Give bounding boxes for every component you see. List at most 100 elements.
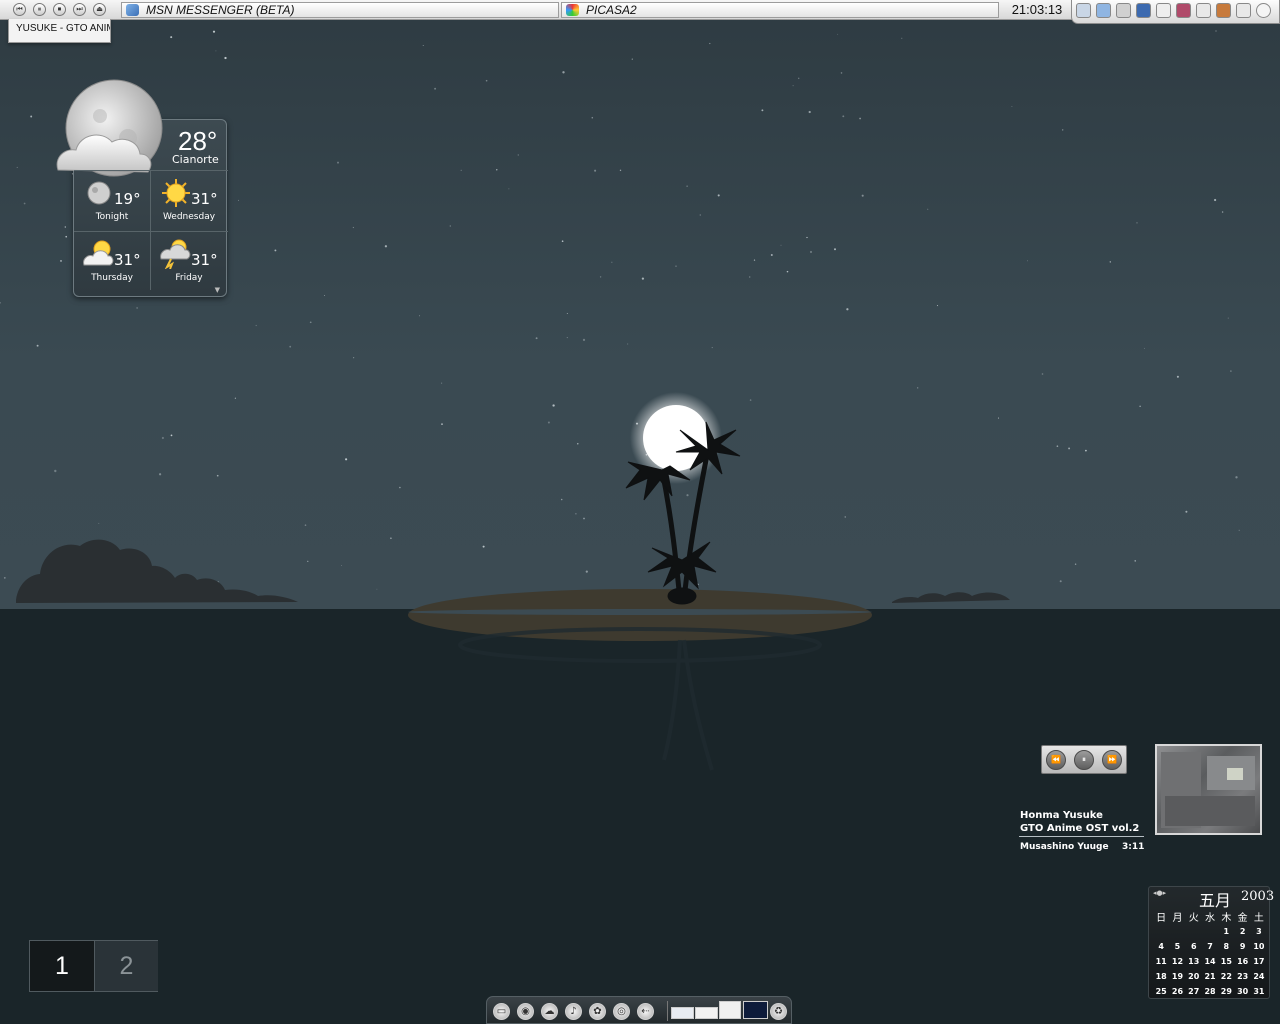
media-eject-button[interactable]: ⏏ (93, 3, 106, 16)
expand-arrow-icon[interactable]: ▼ (215, 286, 220, 294)
star (390, 537, 392, 540)
cloud-icon[interactable]: ☁ (541, 1003, 558, 1020)
calendar-day[interactable]: 29 (1218, 984, 1234, 999)
minimized-window-thumbnail[interactable] (743, 1001, 768, 1019)
calendar-day[interactable]: 3 (1251, 924, 1267, 939)
calendar-day[interactable]: 6 (1186, 939, 1202, 954)
forecast-thursday: 31° Thursday (74, 233, 150, 291)
calendar-day[interactable]: 15 (1218, 954, 1234, 969)
calendar-day[interactable]: 13 (1186, 954, 1202, 969)
calendar-day[interactable]: 18 (1153, 969, 1169, 984)
music-note-icon[interactable] (1156, 3, 1171, 18)
player-rewind-button[interactable]: ⏪ (1046, 750, 1066, 770)
star (535, 337, 538, 340)
triangle-app-icon[interactable] (1096, 3, 1111, 18)
calendar-day[interactable]: 28 (1202, 984, 1218, 999)
calendar-day[interactable]: 10 (1251, 939, 1267, 954)
back-arrow-icon[interactable]: ⇠ (637, 1003, 654, 1020)
star (0, 302, 1, 304)
star (837, 33, 839, 35)
star (1085, 449, 1087, 452)
star (627, 343, 629, 345)
calendar-day[interactable]: 2 (1234, 924, 1250, 939)
recycle-icon[interactable]: ♻ (770, 1003, 787, 1020)
minimized-window-thumbnail[interactable] (695, 1007, 718, 1019)
media-app-icon[interactable] (1176, 3, 1191, 18)
calendar-day[interactable]: 1 (1218, 924, 1234, 939)
calendar-day[interactable]: 27 (1186, 984, 1202, 999)
star (485, 79, 488, 82)
calendar-day[interactable]: 17 (1251, 954, 1267, 969)
star (170, 434, 173, 437)
now-playing-tab[interactable]: YUSUKE - GTO ANIME O (8, 19, 111, 43)
speaker-icon[interactable] (1236, 3, 1251, 18)
calendar-day[interactable]: 31 (1251, 984, 1267, 999)
butterfly-icon[interactable]: ✿ (589, 1003, 606, 1020)
paint-icon[interactable] (1216, 3, 1231, 18)
task-picasa[interactable]: PICASA2 (561, 2, 999, 18)
calendar-day[interactable]: 24 (1251, 969, 1267, 984)
desktop-1-button[interactable]: 1 (30, 941, 94, 991)
desktop[interactable]: ⏮ ⏸ ⏹ ⏭ ⏏ MSN MESSENGER (BETA) PICASA2 2… (0, 0, 1280, 1024)
media-next-button[interactable]: ⏭ (73, 3, 86, 16)
weather-widget[interactable]: 28° Cianorte 19° Tonight 31° Wednesday 3… (56, 79, 228, 297)
player-forward-button[interactable]: ⏩ (1102, 750, 1122, 770)
album-art[interactable] (1155, 744, 1262, 835)
calendar-day[interactable]: 20 (1186, 969, 1202, 984)
track-album: GTO Anime OST vol.2 (1020, 823, 1140, 834)
media-prev-button[interactable]: ⏮ (13, 3, 26, 16)
desktop-2-button[interactable]: 2 (94, 941, 158, 991)
minimized-window-thumbnail[interactable] (719, 1001, 741, 1019)
browser-icon[interactable] (1136, 3, 1151, 18)
drive-icon[interactable] (1116, 3, 1131, 18)
dock: ▭ ◉ ☁ ♪ ✿ ◎ ⇠ ♻ (486, 996, 792, 1024)
forecast-temp: 19° (114, 190, 141, 208)
forecast-temp: 31° (191, 190, 218, 208)
star (561, 240, 564, 243)
calendar-nav-arrows[interactable]: ◂●▸ (1153, 889, 1166, 897)
star (901, 37, 903, 39)
computer-icon[interactable]: ▭ (493, 1003, 510, 1020)
network-icon[interactable] (1076, 3, 1091, 18)
star (780, 244, 782, 246)
calendar-day[interactable]: 14 (1202, 954, 1218, 969)
star (1068, 447, 1071, 450)
star (434, 87, 437, 90)
calendar-day[interactable]: 8 (1218, 939, 1234, 954)
calendar-day[interactable]: 11 (1153, 954, 1169, 969)
minimized-window-thumbnail[interactable] (671, 1007, 694, 1019)
calendar-day[interactable]: 7 (1202, 939, 1218, 954)
player-pause-button[interactable]: ⏸ (1074, 750, 1094, 770)
calendar-day[interactable]: 4 (1153, 939, 1169, 954)
star (309, 321, 312, 324)
target-icon[interactable]: ◎ (613, 1003, 630, 1020)
clock: 21:03:13 (1011, 2, 1063, 17)
calendar-weekday: 金 (1237, 913, 1248, 924)
tray-extra-icon[interactable] (1256, 3, 1271, 18)
calendar-day[interactable]: 12 (1169, 954, 1185, 969)
media-stop-button[interactable]: ⏹ (53, 3, 66, 16)
calendar-day[interactable]: 16 (1234, 954, 1250, 969)
disc-icon[interactable]: ◉ (517, 1003, 534, 1020)
star (749, 276, 751, 278)
calendar-weekday: 木 (1221, 913, 1232, 924)
city-name: Cianorte (172, 153, 219, 166)
calendar-widget[interactable]: ◂●▸ 五月 2003 日月火水木金土 1 2 3 4 5 6 7 8 9 10 11 12 13 14 15… (1148, 886, 1274, 999)
calendar-day[interactable]: 9 (1234, 939, 1250, 954)
media-pause-button[interactable]: ⏸ (33, 3, 46, 16)
star (352, 226, 355, 229)
calendar-day[interactable]: 5 (1169, 939, 1185, 954)
calendar-day[interactable]: 22 (1218, 969, 1234, 984)
music-icon[interactable]: ♪ (565, 1003, 582, 1020)
calendar-day[interactable]: 19 (1169, 969, 1185, 984)
calendar-day[interactable]: 30 (1234, 984, 1250, 999)
calendar-day[interactable]: 26 (1169, 984, 1185, 999)
calendar-day[interactable]: 23 (1234, 969, 1250, 984)
checkmark-icon[interactable] (1196, 3, 1211, 18)
task-label: PICASA2 (586, 3, 637, 17)
forecast-day: Thursday (91, 273, 133, 283)
track-title: Musashino Yuuge (1020, 842, 1109, 852)
calendar-day[interactable]: 21 (1202, 969, 1218, 984)
task-msn-messenger[interactable]: MSN MESSENGER (BETA) (121, 2, 559, 18)
calendar-day[interactable]: 25 (1153, 984, 1169, 999)
